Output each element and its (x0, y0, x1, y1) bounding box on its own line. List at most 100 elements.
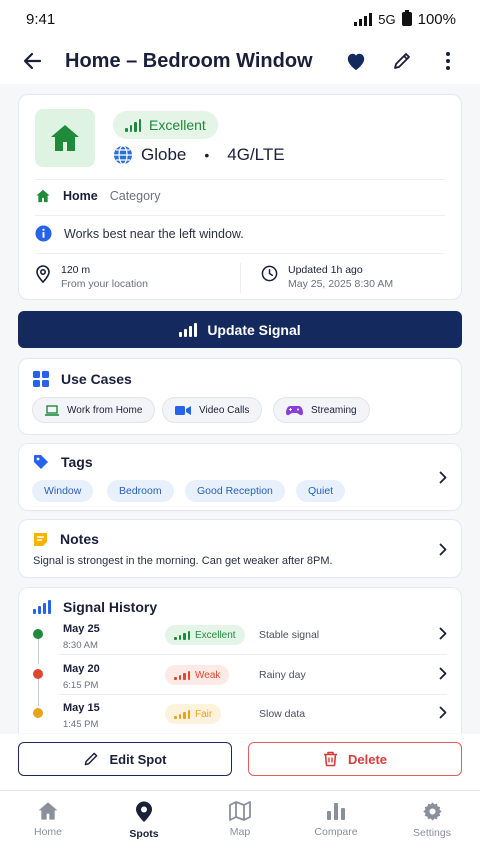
carrier-name: Globe (141, 145, 187, 164)
update-signal-button[interactable]: Update Signal (18, 311, 462, 348)
quality-pill: Weak (165, 665, 230, 685)
history-time: 1:45 PM (63, 719, 99, 730)
history-row[interactable]: May 15 1:45 PM Fair Slow data (19, 700, 461, 733)
use-case-chip[interactable]: Streaming (273, 397, 370, 423)
laptop-icon (45, 404, 59, 416)
category-row: Home Category (35, 189, 160, 203)
use-case-chip[interactable]: Video Calls (162, 397, 263, 423)
history-row[interactable]: May 25 8:30 AM Excellent Stable signal (19, 621, 461, 661)
history-row[interactable]: May 20 6:15 PM Weak Rainy day (19, 661, 461, 701)
quality-pill: Excellent (165, 625, 245, 645)
network-label: 5G (378, 11, 396, 27)
edit-spot-button[interactable]: Edit Spot (18, 742, 232, 776)
favorite-button[interactable] (340, 45, 372, 77)
action-bar: Edit Spot Delete (0, 734, 480, 790)
battery-icon (401, 10, 412, 26)
signal-bars-icon (33, 600, 51, 614)
nav-item-compare[interactable]: Compare (288, 791, 384, 853)
divider (59, 694, 447, 695)
globe-icon (114, 145, 132, 165)
info-icon (35, 225, 52, 242)
history-note: Slow data (259, 708, 306, 720)
gear-icon (422, 802, 442, 821)
chevron-right-icon (439, 627, 447, 640)
app-bar: Home – Bedroom Window (0, 38, 480, 84)
timeline-dot (33, 708, 43, 718)
tag-chip[interactable]: Bedroom (107, 480, 174, 502)
quality-pill: Fair (165, 704, 222, 724)
timeline-dot (33, 629, 43, 639)
delete-label: Delete (347, 751, 388, 767)
page-title: Home – Bedroom Window (65, 49, 313, 72)
nav-label: Map (229, 826, 251, 838)
pencil-icon (394, 53, 410, 69)
location-pin-icon (36, 265, 50, 283)
nav-item-settings[interactable]: Settings (384, 791, 480, 853)
nav-label: Home (33, 826, 62, 838)
tag-chip[interactable]: Quiet (296, 480, 346, 502)
chevron-right-icon (439, 543, 447, 556)
delete-button[interactable]: Delete (248, 742, 462, 776)
nav-label: Spots (129, 828, 159, 840)
map-pin-icon (136, 801, 152, 822)
history-note: Stable signal (259, 629, 320, 641)
hint-row: Works best near the left window. (35, 225, 244, 242)
divider (59, 654, 447, 655)
tags-card[interactable]: Tags Window Bedroom Good Reception Quiet (18, 443, 462, 511)
category-tile (35, 109, 95, 167)
chevron-right-icon (439, 706, 447, 719)
video-camera-icon (175, 405, 191, 415)
distance-info: 120 m From your location (35, 263, 148, 291)
signal-bars-icon (174, 709, 190, 719)
house-icon (38, 802, 58, 820)
category-label: Category (109, 189, 161, 203)
divider (35, 215, 445, 216)
signal-bars-icon (179, 322, 198, 337)
bar-chart-icon (327, 803, 345, 820)
notes-title: Notes (60, 531, 99, 547)
network-type: 4G/LTE (227, 145, 285, 164)
more-options-button[interactable] (432, 45, 464, 77)
nav-item-map[interactable]: Map (192, 791, 288, 853)
vertical-divider (240, 263, 241, 293)
tag-chip[interactable]: Good Reception (185, 480, 285, 502)
quality-label: Fair (195, 708, 213, 720)
back-button[interactable] (16, 44, 50, 78)
edit-title-button[interactable] (386, 45, 418, 77)
use-case-chip[interactable]: Work from Home (32, 397, 156, 423)
signal-history-card: Signal History May 25 8:30 AM Excellent … (18, 587, 462, 733)
notes-text: Signal is strongest in the morning. Can … (33, 555, 333, 567)
arrow-left-icon (23, 52, 42, 70)
more-vertical-icon (446, 52, 450, 70)
distance-label: From your location (61, 278, 148, 290)
grid-icon (33, 371, 49, 387)
gamepad-icon (286, 405, 303, 415)
divider (35, 179, 445, 180)
history-note: Rainy day (259, 669, 306, 681)
notes-card[interactable]: Notes Signal is strongest in the morning… (18, 519, 462, 578)
signal-history-title: Signal History (63, 599, 158, 615)
pencil-icon (85, 752, 98, 766)
nav-item-spots[interactable]: Spots (96, 791, 192, 853)
use-case-label: Streaming (311, 404, 357, 416)
spot-summary-card: Excellent Globe • 4G/LTE Home Category W… (18, 94, 462, 300)
tag-chip[interactable]: Window (32, 480, 94, 502)
signal-bars-icon (174, 630, 190, 640)
use-case-label: Work from Home (67, 404, 143, 416)
edit-spot-label: Edit Spot (109, 751, 167, 767)
nav-label: Settings (413, 827, 451, 839)
carrier-separator: • (204, 147, 210, 163)
updated-info: Updated 1h ago May 25, 2025 8:30 AM (261, 263, 393, 291)
cell-signal-icon (354, 12, 373, 26)
carrier-row: Globe • 4G/LTE (113, 145, 285, 165)
nav-label: Compare (314, 826, 358, 838)
use-cases-card: Use Cases Work from Home Video Calls Str… (18, 358, 462, 435)
clock-icon (261, 265, 278, 282)
house-small-icon (36, 189, 50, 203)
timeline-dot (33, 669, 43, 679)
history-date: May 25 (63, 623, 100, 635)
distance-value: 120 m (61, 264, 91, 276)
nav-item-home[interactable]: Home (0, 791, 96, 853)
quality-label: Weak (195, 669, 221, 681)
tags-title: Tags (61, 454, 93, 470)
